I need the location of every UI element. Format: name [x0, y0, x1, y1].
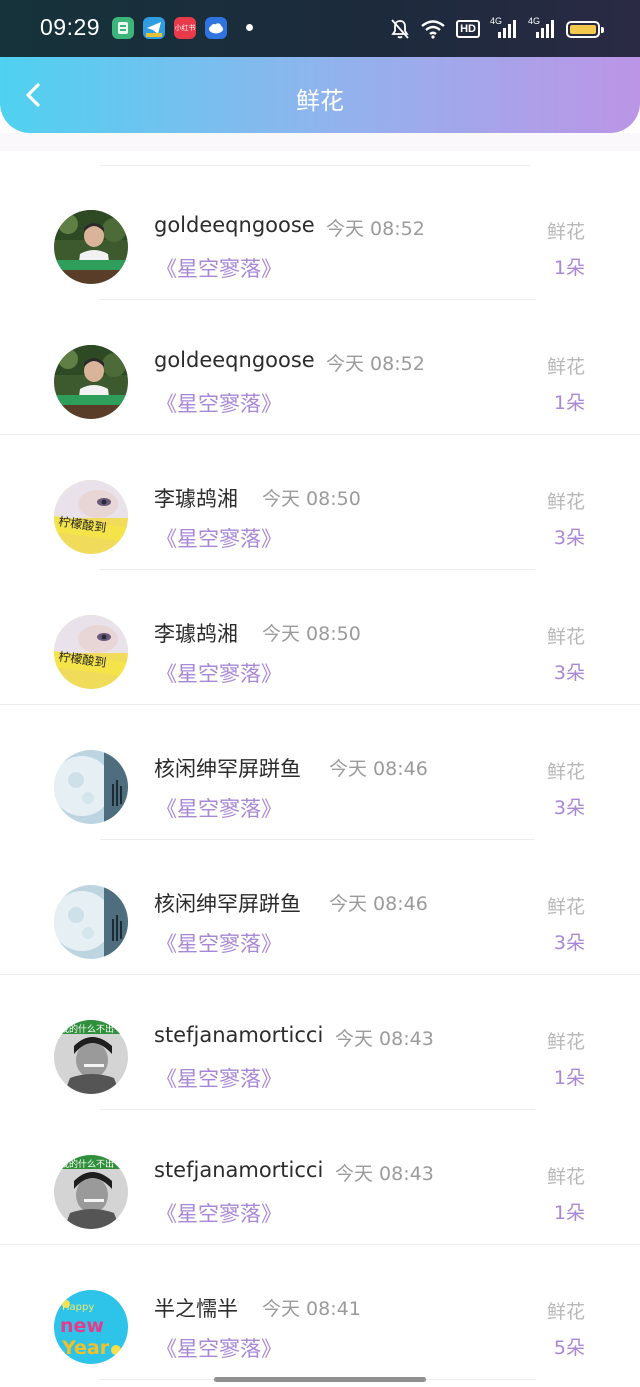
header-shadow [0, 133, 640, 151]
notification-dot [246, 24, 253, 31]
book-title-link[interactable]: 《星空寥落》 [156, 388, 282, 418]
gift-count: 3朵 [553, 797, 585, 819]
network-label: 4G [490, 16, 503, 26]
gift-type-label: 鲜花 [546, 356, 585, 378]
battery-icon [566, 20, 604, 38]
list-item[interactable]: Happy new Year 半之懦半 今天 08:41 《星空寥落》 鲜花 5朵 [0, 1245, 640, 1380]
book-title-link[interactable]: 《星空寥落》 [156, 1333, 282, 1363]
timestamp: 今天 08:43 [335, 1028, 434, 1050]
list-item[interactable]: 我的什么不出 stefjanamorticci 今天 08:43 《星空寥落》 鲜花 1朵 [0, 1110, 640, 1245]
book-title-link[interactable]: 《星空寥落》 [156, 1063, 282, 1093]
flower-gift-list: goldeeqngoose 今天 08:52 《星空寥落》 鲜花 1朵 goldeeqng… [0, 165, 640, 1380]
app-telegram-icon [143, 17, 165, 39]
svg-text:我的什么不出: 我的什么不出 [60, 1023, 114, 1035]
book-title-link[interactable]: 《星空寥落》 [156, 793, 282, 823]
svg-text:Year: Year [61, 1337, 110, 1359]
page-header: 鲜花 [0, 57, 640, 133]
status-indicators: HD 4G 4G [390, 14, 604, 44]
app-blue-cloud-icon [205, 17, 227, 39]
app-xiaohongshu-icon: 小红书 [174, 17, 196, 39]
gift-type-label: 鲜花 [546, 761, 585, 783]
timestamp: 今天 08:46 [329, 893, 428, 915]
timestamp: 今天 08:43 [335, 1163, 434, 1185]
list-item[interactable]: 核闲绅罕屏跰鱼 今天 08:46 《星空寥落》 鲜花 3朵 [0, 705, 640, 840]
gift-count: 3朵 [553, 932, 585, 954]
page-title: 鲜花 [296, 87, 344, 115]
home-indicator[interactable] [214, 1377, 426, 1382]
signal-4g-icon: 4G [490, 16, 518, 40]
avatar[interactable]: 柠檬酸到 [54, 615, 128, 689]
avatar[interactable] [54, 885, 128, 959]
gift-count: 1朵 [553, 1202, 585, 1224]
app-green-icon [112, 17, 134, 39]
username[interactable]: stefjanamorticci [154, 1023, 323, 1047]
username[interactable]: goldeeqngoose [154, 213, 315, 237]
hd-badge: HD [456, 20, 480, 38]
avatar[interactable] [54, 345, 128, 419]
gift-type-label: 鲜花 [546, 626, 585, 648]
username[interactable]: 半之懦半 [154, 1293, 238, 1323]
gift-count: 3朵 [553, 662, 585, 684]
status-bar: 09:29 小红书 HD 4G 4G [0, 0, 640, 57]
svg-text:Happy: Happy [62, 1302, 94, 1313]
mute-bell-icon [390, 18, 410, 40]
gift-type-label: 鲜花 [546, 1031, 585, 1053]
username[interactable]: 核闲绅罕屏跰鱼 [154, 888, 301, 918]
signal-4g-icon-2: 4G [528, 16, 556, 40]
list-item[interactable]: 柠檬酸到 李璩鸪湘 今天 08:50 《星空寥落》 鲜花 3朵 [0, 435, 640, 570]
avatar[interactable] [54, 210, 128, 284]
list-item[interactable]: 核闲绅罕屏跰鱼 今天 08:46 《星空寥落》 鲜花 3朵 [0, 840, 640, 975]
username[interactable]: 李璩鸪湘 [154, 483, 238, 513]
svg-text:new: new [60, 1315, 104, 1337]
gift-type-label: 鲜花 [546, 1301, 585, 1323]
gift-type-label: 鲜花 [546, 1166, 585, 1188]
battery-level [570, 24, 596, 34]
username[interactable]: 核闲绅罕屏跰鱼 [154, 753, 301, 783]
gift-type-label: 鲜花 [546, 221, 585, 243]
book-title-link[interactable]: 《星空寥落》 [156, 928, 282, 958]
gift-count: 3朵 [553, 527, 585, 549]
timestamp: 今天 08:50 [262, 623, 361, 645]
gift-type-label: 鲜花 [546, 896, 585, 918]
timestamp: 今天 08:41 [262, 1298, 361, 1320]
avatar[interactable]: Happy new Year [54, 1290, 128, 1364]
timestamp: 今天 08:50 [262, 488, 361, 510]
network-label: 4G [528, 16, 541, 26]
list-item[interactable]: 柠檬酸到 李璩鸪湘 今天 08:50 《星空寥落》 鲜花 3朵 [0, 570, 640, 705]
avatar[interactable]: 我的什么不出 [54, 1155, 128, 1229]
gift-count: 1朵 [553, 392, 585, 414]
gift-count: 5朵 [553, 1337, 585, 1359]
avatar[interactable] [54, 750, 128, 824]
gift-type-label: 鲜花 [546, 491, 585, 513]
book-title-link[interactable]: 《星空寥落》 [156, 253, 282, 283]
svg-text:我的什么不出: 我的什么不出 [60, 1158, 114, 1170]
gift-count: 1朵 [553, 1067, 585, 1089]
username[interactable]: 李璩鸪湘 [154, 618, 238, 648]
timestamp: 今天 08:52 [326, 218, 425, 240]
avatar[interactable]: 柠檬酸到 [54, 480, 128, 554]
book-title-link[interactable]: 《星空寥落》 [156, 523, 282, 553]
list-item[interactable]: goldeeqngoose 今天 08:52 《星空寥落》 鲜花 1朵 [0, 300, 640, 435]
username[interactable]: goldeeqngoose [154, 348, 315, 372]
list-item[interactable]: goldeeqngoose 今天 08:52 《星空寥落》 鲜花 1朵 [0, 165, 640, 300]
gift-count: 1朵 [553, 257, 585, 279]
wifi-icon [420, 19, 446, 39]
status-time: 09:29 [40, 14, 101, 40]
book-title-link[interactable]: 《星空寥落》 [156, 658, 282, 688]
list-item[interactable]: 我的什么不出 stefjanamorticci 今天 08:43 《星空寥落》 鲜花 1朵 [0, 975, 640, 1110]
timestamp: 今天 08:52 [326, 353, 425, 375]
timestamp: 今天 08:46 [329, 758, 428, 780]
avatar[interactable]: 我的什么不出 [54, 1020, 128, 1094]
book-title-link[interactable]: 《星空寥落》 [156, 1198, 282, 1228]
username[interactable]: stefjanamorticci [154, 1158, 323, 1182]
